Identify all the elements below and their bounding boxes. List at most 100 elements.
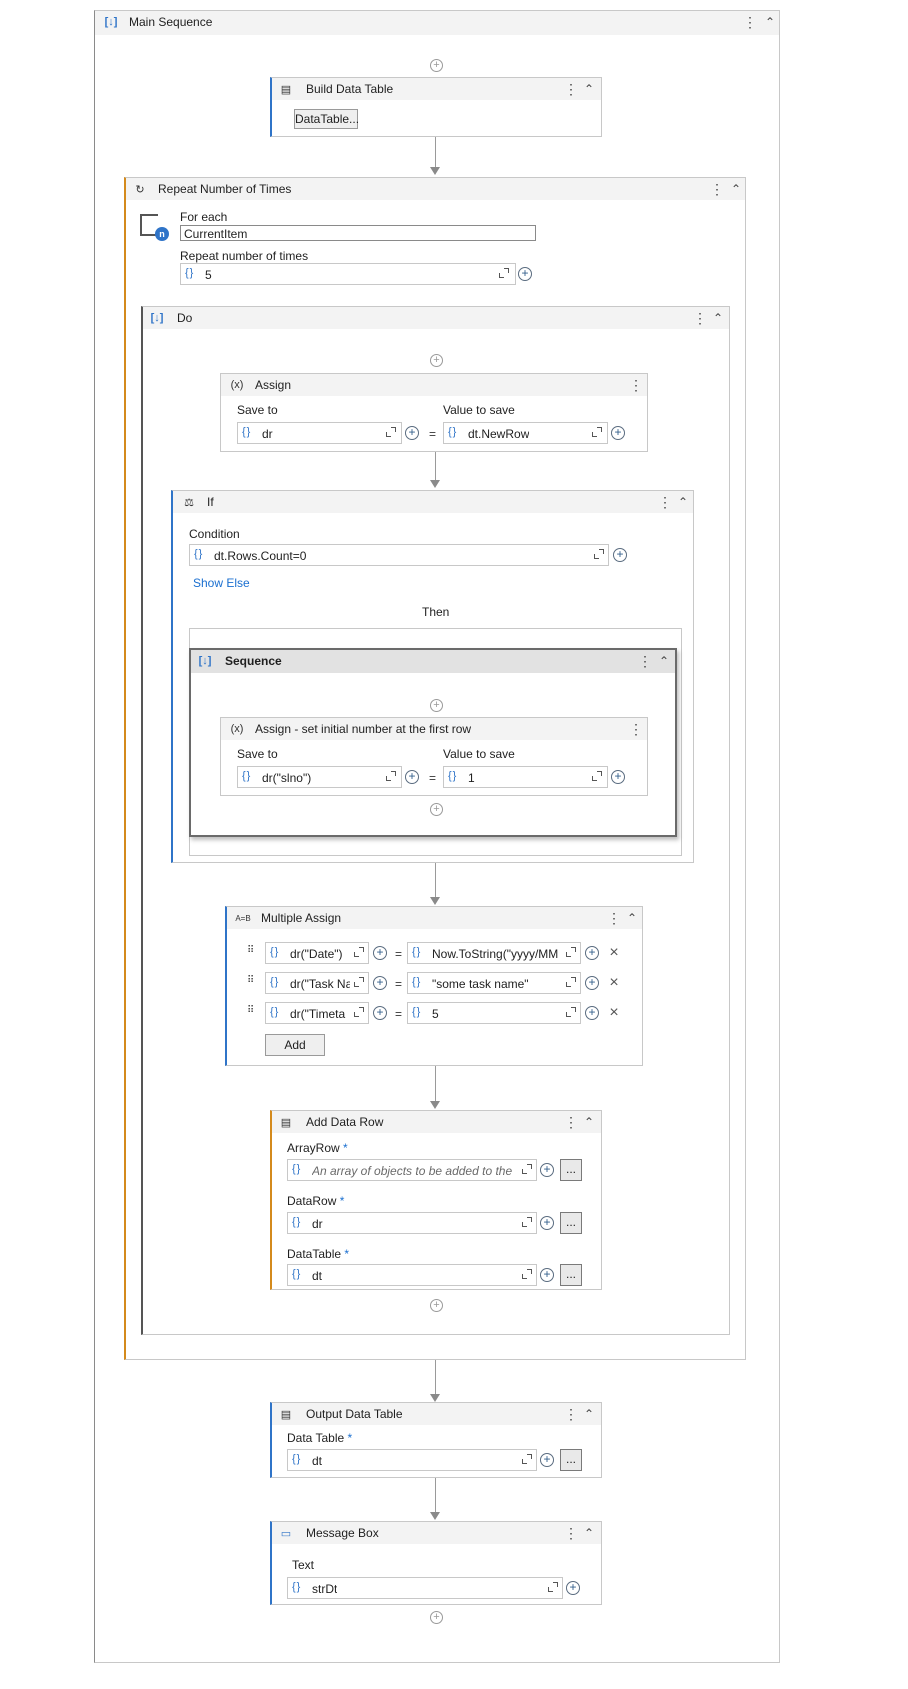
condition-plus-icon[interactable]: + — [613, 548, 627, 562]
remove-row-icon[interactable]: × — [607, 945, 621, 961]
expand-editor-icon[interactable] — [566, 977, 576, 987]
array-row-input[interactable]: {} An array of objects to be added to th… — [287, 1159, 537, 1181]
build-data-table-menu-icon[interactable]: ⋮ — [564, 80, 578, 98]
output-data-table-activity[interactable]: ▤ Output Data Table ⋮ ⌃ Data Table * {} … — [270, 1402, 602, 1478]
data-row-plus-icon[interactable]: + — [540, 1216, 554, 1230]
drag-handle-icon[interactable]: ⠿ — [247, 946, 255, 961]
drag-handle-icon[interactable]: ⠿ — [247, 1006, 255, 1021]
message-text-plus-icon[interactable]: + — [566, 1581, 580, 1595]
do-menu-icon[interactable]: ⋮ — [693, 309, 707, 327]
add-data-row-activity[interactable]: ▤ Add Data Row ⋮ ⌃ ArrayRow * {} An arra… — [270, 1110, 602, 1290]
data-row-ellipsis-button[interactable]: ... — [560, 1212, 582, 1234]
add-assign-row-button[interactable]: Add — [265, 1034, 325, 1056]
multiple-assign-activity[interactable]: A=B Multiple Assign ⋮ ⌃ ⠿ {} dr("Date") … — [225, 906, 643, 1066]
expand-editor-icon[interactable] — [386, 771, 396, 781]
save-to-input[interactable]: {} dr — [237, 422, 402, 444]
output-data-table-collapse-icon[interactable]: ⌃ — [582, 1405, 596, 1423]
do-collapse-icon[interactable]: ⌃ — [711, 309, 725, 327]
output-plus-icon[interactable]: + — [540, 1453, 554, 1467]
expand-editor-icon[interactable] — [354, 1007, 364, 1017]
assign-row-target[interactable]: {} dr("Date") — [265, 942, 369, 964]
assign-row-value[interactable]: {} 5 — [407, 1002, 581, 1024]
row-value-plus-icon[interactable]: + — [585, 1006, 599, 1020]
assign-menu-icon[interactable]: ⋮ — [629, 376, 643, 394]
main-sequence-collapse-icon[interactable]: ⌃ — [763, 13, 777, 31]
data-table-plus-icon[interactable]: + — [540, 1268, 554, 1282]
datatable-button[interactable]: DataTable... — [294, 109, 359, 129]
message-box-activity[interactable]: ▭ Message Box ⋮ ⌃ Text {} strDt + — [270, 1521, 602, 1605]
main-sequence-menu-icon[interactable]: ⋮ — [743, 13, 757, 31]
array-row-ellipsis-button[interactable]: ... — [560, 1159, 582, 1181]
assign-activity[interactable]: (x) Assign ⋮ Save to Value to save {} dr… — [220, 373, 648, 452]
if-menu-icon[interactable]: ⋮ — [658, 493, 672, 511]
if-collapse-icon[interactable]: ⌃ — [676, 493, 690, 511]
expand-editor-icon[interactable] — [522, 1164, 532, 1174]
expand-editor-icon[interactable] — [522, 1454, 532, 1464]
expand-editor-icon[interactable] — [354, 977, 364, 987]
main-sequence-header[interactable]: [↓] Main Sequence ⋮ ⌃ — [95, 11, 779, 35]
assign-row-value[interactable]: {} Now.ToString("yyyy/MM — [407, 942, 581, 964]
expand-editor-icon[interactable] — [566, 1007, 576, 1017]
expand-editor-icon[interactable] — [592, 771, 602, 781]
value-plus-icon[interactable]: + — [611, 770, 625, 784]
repeat-times-input[interactable]: {} 5 — [180, 263, 516, 285]
output-data-table-input[interactable]: {} dt — [287, 1449, 537, 1471]
build-data-table-activity[interactable]: ▤ Build Data Table ⋮ ⌃ DataTable... — [270, 77, 602, 137]
value-plus-icon[interactable]: + — [611, 426, 625, 440]
add-data-row-menu-icon[interactable]: ⋮ — [564, 1113, 578, 1131]
message-box-menu-icon[interactable]: ⋮ — [564, 1524, 578, 1542]
expand-editor-icon[interactable] — [522, 1217, 532, 1227]
multiple-assign-menu-icon[interactable]: ⋮ — [607, 909, 621, 927]
expand-editor-icon[interactable] — [594, 549, 604, 559]
expand-editor-icon[interactable] — [522, 1269, 532, 1279]
build-data-table-collapse-icon[interactable]: ⌃ — [582, 80, 596, 98]
array-row-plus-icon[interactable]: + — [540, 1163, 554, 1177]
repeat-times-plus-icon[interactable]: + — [518, 267, 532, 281]
add-activity-icon[interactable]: + — [430, 1611, 443, 1624]
value-to-save-input[interactable]: {} 1 — [443, 766, 608, 788]
assign-initial-number-activity[interactable]: (x) Assign - set initial number at the f… — [220, 717, 648, 796]
message-box-collapse-icon[interactable]: ⌃ — [582, 1524, 596, 1542]
data-row-input[interactable]: {} dr — [287, 1212, 537, 1234]
assign-row-target[interactable]: {} dr("Task Na — [265, 972, 369, 994]
row-target-plus-icon[interactable]: + — [373, 1006, 387, 1020]
row-value-plus-icon[interactable]: + — [585, 946, 599, 960]
value-to-save-input[interactable]: {} dt.NewRow — [443, 422, 608, 444]
save-to-input[interactable]: {} dr("slno") — [237, 766, 402, 788]
add-activity-icon[interactable]: + — [430, 354, 443, 367]
row-value-plus-icon[interactable]: + — [585, 976, 599, 990]
for-each-input[interactable]: CurrentItem — [180, 225, 536, 241]
show-else-link[interactable]: Show Else — [193, 576, 250, 590]
add-activity-icon[interactable]: + — [430, 59, 443, 72]
row-target-plus-icon[interactable]: + — [373, 976, 387, 990]
add-activity-icon[interactable]: + — [430, 699, 443, 712]
save-to-plus-icon[interactable]: + — [405, 426, 419, 440]
output-ellipsis-button[interactable]: ... — [560, 1449, 582, 1471]
message-text-input[interactable]: {} strDt — [287, 1577, 563, 1599]
expand-editor-icon[interactable] — [354, 947, 364, 957]
assign-row-target[interactable]: {} dr("Timeta — [265, 1002, 369, 1024]
expand-editor-icon[interactable] — [566, 947, 576, 957]
expand-editor-icon[interactable] — [548, 1582, 558, 1592]
sequence-menu-icon[interactable]: ⋮ — [638, 652, 652, 670]
condition-input[interactable]: {} dt.Rows.Count=0 — [189, 544, 609, 566]
assign-initial-menu-icon[interactable]: ⋮ — [629, 720, 643, 738]
data-table-input[interactable]: {} dt — [287, 1264, 537, 1286]
remove-row-icon[interactable]: × — [607, 1005, 621, 1021]
sequence-collapse-icon[interactable]: ⌃ — [657, 652, 671, 670]
save-to-plus-icon[interactable]: + — [405, 770, 419, 784]
row-target-plus-icon[interactable]: + — [373, 946, 387, 960]
expand-editor-icon[interactable] — [499, 268, 509, 278]
expand-editor-icon[interactable] — [592, 427, 602, 437]
add-data-row-collapse-icon[interactable]: ⌃ — [582, 1113, 596, 1131]
multiple-assign-collapse-icon[interactable]: ⌃ — [625, 909, 639, 927]
add-activity-icon[interactable]: + — [430, 803, 443, 816]
repeat-collapse-icon[interactable]: ⌃ — [729, 180, 743, 198]
expand-editor-icon[interactable] — [386, 427, 396, 437]
add-activity-icon[interactable]: + — [430, 1299, 443, 1312]
drag-handle-icon[interactable]: ⠿ — [247, 976, 255, 991]
data-table-ellipsis-button[interactable]: ... — [560, 1264, 582, 1286]
assign-row-value[interactable]: {} "some task name" — [407, 972, 581, 994]
output-data-table-menu-icon[interactable]: ⋮ — [564, 1405, 578, 1423]
remove-row-icon[interactable]: × — [607, 975, 621, 991]
